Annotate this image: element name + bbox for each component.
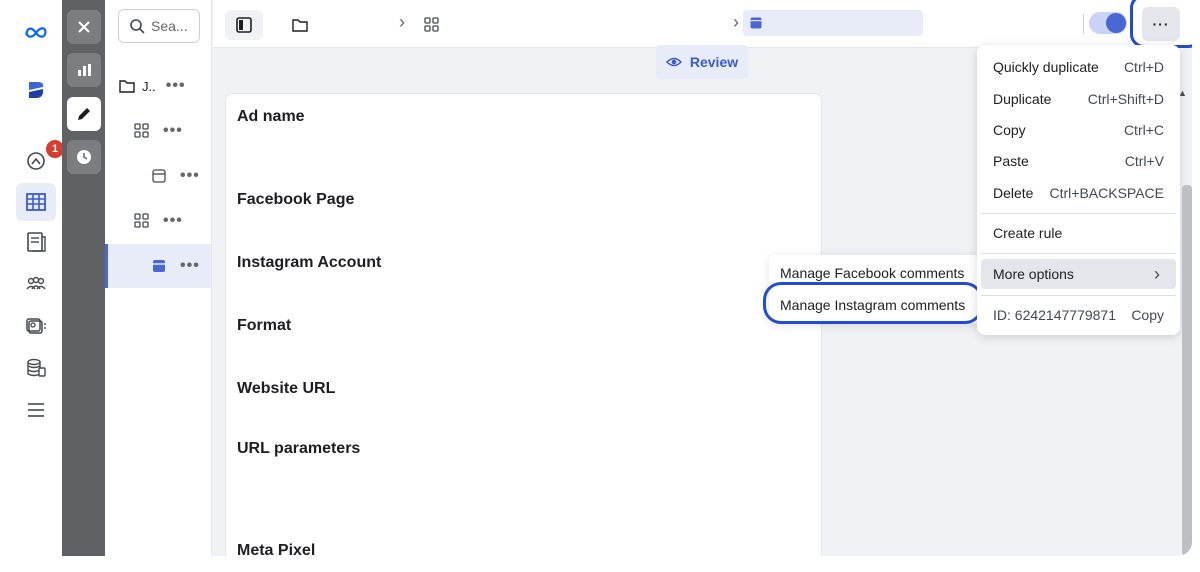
more-dots-icon[interactable]: ••• [180, 167, 200, 185]
account-overview-icon[interactable]: 1 [22, 140, 64, 174]
copy-id-button[interactable]: Copy [1131, 307, 1164, 323]
ads-manager-icon[interactable] [22, 76, 50, 104]
breadcrumb-adset-grid-icon[interactable] [413, 10, 451, 40]
more-dots-icon[interactable]: ••• [163, 212, 183, 230]
shortcut-label: Ctrl+V [1124, 153, 1164, 169]
menu-divider [981, 295, 1176, 296]
app-window: 1 Sea... J.. ••• ••• ••• ••• ••• › › ···… [10, 0, 1192, 556]
edit-pencil-icon[interactable] [67, 97, 101, 131]
close-icon[interactable] [67, 10, 101, 44]
more-dots-icon[interactable]: ••• [166, 77, 186, 95]
billing-icon[interactable] [22, 354, 50, 382]
tree-item-label: J.. [142, 78, 156, 94]
global-nav: 1 [10, 0, 64, 556]
field-ad-name: Ad name [237, 108, 305, 125]
menu-divider [981, 213, 1176, 214]
search-icon [130, 19, 145, 34]
meta-logo-icon[interactable] [22, 18, 50, 46]
more-dots-icon[interactable]: ••• [163, 122, 183, 140]
shortcut-label: Ctrl+BACKSPACE [1049, 185, 1165, 201]
breadcrumb-campaign-folder-icon[interactable] [281, 10, 319, 40]
sidebar-toggle-icon[interactable] [225, 10, 263, 40]
scrollbar[interactable] [1182, 185, 1192, 556]
menu-item-copy[interactable]: Copy Ctrl+C [977, 115, 1180, 145]
bar-chart-icon[interactable] [67, 53, 101, 87]
ad-editor-card: Ad name Facebook Page Instagram Account … [225, 93, 822, 556]
tree-item-adset-2[interactable]: ••• [105, 199, 211, 243]
menu-item-label: Copy [993, 122, 1026, 138]
search-input[interactable]: Sea... [118, 9, 200, 43]
field-meta-pixel: Meta Pixel [237, 542, 316, 556]
top-bar: › › ··· [213, 0, 1192, 48]
menu-item-delete[interactable]: Delete Ctrl+BACKSPACE [977, 178, 1180, 208]
chevron-right-icon: › [399, 12, 405, 32]
field-url-parameters: URL parameters [237, 440, 361, 457]
chevron-right-icon: › [1154, 263, 1160, 284]
field-instagram-account: Instagram Account [237, 254, 382, 271]
search-placeholder: Sea... [151, 18, 188, 34]
field-format: Format [237, 317, 292, 334]
ad-id-text: ID: 6242147779871 [993, 307, 1116, 323]
grid-icon [134, 213, 149, 228]
tree-item-campaign[interactable]: J.. ••• [105, 64, 211, 108]
menu-item-paste[interactable]: Paste Ctrl+V [977, 146, 1180, 176]
ad-window-icon [152, 169, 166, 183]
history-clock-icon[interactable] [67, 140, 101, 174]
menu-divider [981, 253, 1176, 254]
menu-item-label: Duplicate [993, 91, 1052, 107]
shortcut-label: Ctrl+Shift+D [1087, 91, 1164, 107]
menu-item-label: Quickly duplicate [993, 59, 1099, 75]
eye-icon [665, 57, 682, 67]
menu-item-label: Delete [993, 185, 1034, 201]
tree-item-ad-selected[interactable]: ••• [105, 244, 211, 288]
menu-item-duplicate[interactable]: Duplicate Ctrl+Shift+D [977, 84, 1180, 114]
tree-item-adset[interactable]: ••• [105, 109, 211, 153]
menu-item-label: Paste [993, 153, 1029, 169]
highlight-ring [1130, 0, 1192, 48]
review-button[interactable]: Review [656, 45, 748, 79]
chevron-right-icon: › [733, 12, 739, 32]
shortcut-label: Ctrl+C [1123, 122, 1164, 138]
highlight-ring [763, 282, 983, 324]
ad-window-icon [750, 17, 762, 29]
media-library-icon[interactable] [22, 312, 50, 340]
tool-rail [62, 0, 105, 556]
field-facebook-page: Facebook Page [237, 191, 355, 208]
scroll-up-arrow-icon[interactable]: ▲ [1178, 88, 1187, 98]
menu-item-label: More options [993, 266, 1074, 282]
menu-item-label: Create rule [993, 225, 1063, 241]
breadcrumb-ad-current[interactable] [743, 10, 923, 36]
more-dots-icon[interactable]: ••• [180, 257, 200, 275]
ad-window-icon [153, 260, 165, 272]
field-website-url: Website URL [237, 380, 336, 397]
menu-icon[interactable] [22, 396, 50, 424]
menu-item-more-options[interactable]: More options › [981, 259, 1176, 289]
grid-icon [134, 123, 149, 138]
more-options-menu: Quickly duplicate Ctrl+D Duplicate Ctrl+… [977, 45, 1180, 335]
ad-status-toggle[interactable] [1089, 12, 1127, 34]
menu-item-create-rule[interactable]: Create rule [977, 218, 1180, 248]
audiences-icon[interactable] [22, 270, 50, 298]
menu-item-quickly-duplicate[interactable]: Quickly duplicate Ctrl+D [977, 52, 1180, 82]
menu-item-id: ID: 6242147779871 Copy [977, 300, 1180, 330]
reports-icon[interactable] [22, 228, 50, 256]
campaign-tree: Sea... J.. ••• ••• ••• ••• ••• [105, 0, 212, 556]
shortcut-label: Ctrl+D [1123, 59, 1164, 75]
review-label: Review [689, 54, 739, 70]
folder-icon [119, 80, 135, 93]
divider [1083, 14, 1084, 34]
tree-item-ad[interactable]: ••• [105, 154, 211, 198]
campaigns-icon[interactable] [16, 183, 56, 221]
